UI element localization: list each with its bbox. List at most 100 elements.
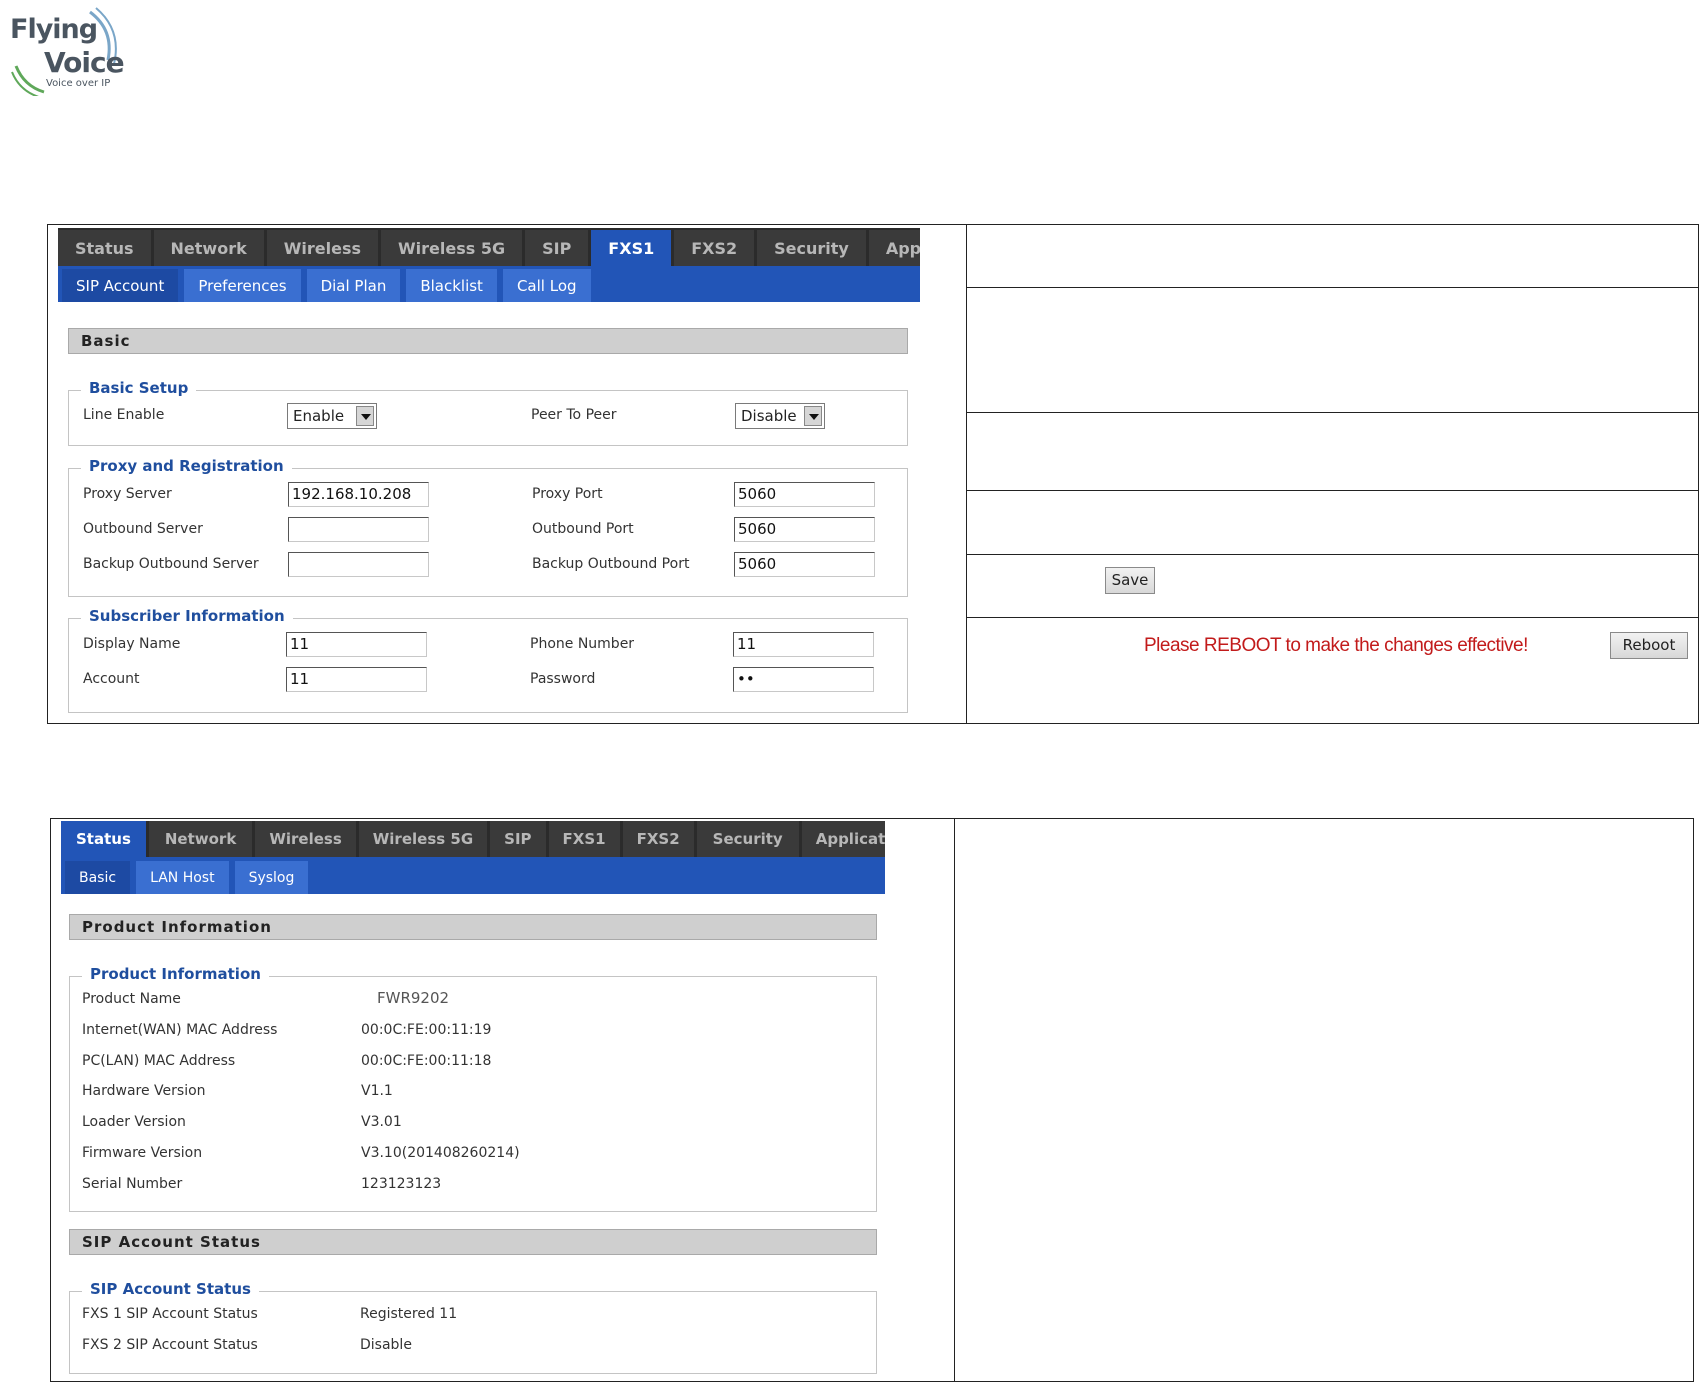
logo-text-voice: Voice bbox=[44, 46, 125, 79]
dropdown-arrow-icon bbox=[356, 406, 374, 426]
outbound-server-label: Outbound Server bbox=[83, 521, 203, 537]
proxy-port-label: Proxy Port bbox=[532, 486, 603, 502]
subtab-preferences[interactable]: Preferences bbox=[184, 269, 301, 302]
router-ui-sip-account: Status Network Wireless Wireless 5G SIP … bbox=[58, 228, 920, 718]
tab-network[interactable]: Network bbox=[148, 821, 253, 857]
tab-application[interactable]: Applicatio bbox=[868, 230, 920, 266]
tab-security[interactable]: Security bbox=[757, 230, 866, 266]
tab-sip[interactable]: SIP bbox=[525, 230, 589, 266]
subtab-syslog[interactable]: Syslog bbox=[234, 861, 309, 894]
account-label: Account bbox=[83, 671, 140, 687]
lan-mac-label: PC(LAN) MAC Address bbox=[82, 1053, 236, 1069]
tab-wireless-5g[interactable]: Wireless 5G bbox=[381, 230, 523, 266]
peer-to-peer-value: Disable bbox=[741, 407, 797, 425]
wan-mac-label: Internet(WAN) MAC Address bbox=[82, 1022, 278, 1038]
fieldset-basic-setup: Basic Setup Line Enable Enable Peer To P… bbox=[68, 379, 908, 446]
proxy-server-input[interactable]: 192.168.10.208 bbox=[288, 482, 429, 507]
flying-voice-logo: Flying Voice Voice over IP bbox=[10, 6, 125, 96]
backup-outbound-server-label: Backup Outbound Server bbox=[83, 556, 259, 572]
proxy-server-label: Proxy Server bbox=[83, 486, 172, 502]
fxs1-status-value: Registered 11 bbox=[360, 1306, 458, 1322]
product-name-label: Product Name bbox=[82, 991, 181, 1007]
subtab-call-log[interactable]: Call Log bbox=[502, 269, 591, 302]
tab-application[interactable]: Applicatio bbox=[801, 821, 885, 857]
line-enable-label: Line Enable bbox=[83, 407, 165, 423]
loader-version-value: V3.01 bbox=[361, 1114, 402, 1130]
display-name-input[interactable]: 11 bbox=[286, 632, 427, 657]
legend-sip-account-status: SIP Account Status bbox=[82, 1280, 259, 1298]
tab-wireless-5g[interactable]: Wireless 5G bbox=[358, 821, 488, 857]
tab-network[interactable]: Network bbox=[153, 230, 264, 266]
main-tab-bar: Status Network Wireless Wireless 5G SIP … bbox=[58, 228, 920, 266]
table-divider bbox=[954, 819, 955, 1381]
tab-status[interactable]: Status bbox=[61, 821, 146, 857]
reboot-notice: Please REBOOT to make the changes effect… bbox=[1144, 635, 1528, 656]
tab-fxs1[interactable]: FXS1 bbox=[591, 230, 672, 266]
fieldset-product-information: Product Information Product Name FWR9202… bbox=[69, 965, 877, 1212]
outbound-server-input[interactable] bbox=[288, 517, 429, 542]
line-enable-select[interactable]: Enable bbox=[287, 403, 377, 429]
table-divider bbox=[966, 225, 967, 723]
loader-version-label: Loader Version bbox=[82, 1114, 186, 1130]
account-input[interactable]: 11 bbox=[286, 667, 427, 692]
phone-number-label: Phone Number bbox=[530, 636, 635, 652]
tab-wireless[interactable]: Wireless bbox=[255, 821, 356, 857]
save-button[interactable]: Save bbox=[1105, 567, 1155, 594]
serial-number-value: 123123123 bbox=[361, 1176, 442, 1192]
reboot-button[interactable]: Reboot bbox=[1610, 632, 1688, 659]
hardware-version-value: V1.1 bbox=[361, 1083, 393, 1099]
wan-mac-value: 00:0C:FE:00:11:19 bbox=[361, 1022, 492, 1038]
main-tab-bar: Status Network Wireless Wireless 5G SIP … bbox=[61, 821, 885, 857]
legend-subscriber-information: Subscriber Information bbox=[81, 607, 293, 625]
password-input[interactable]: •• bbox=[733, 667, 874, 692]
dropdown-arrow-icon bbox=[804, 406, 822, 426]
backup-outbound-port-input[interactable]: 5060 bbox=[734, 552, 875, 577]
firmware-version-value: V3.10(201408260214) bbox=[361, 1145, 520, 1161]
line-enable-value: Enable bbox=[293, 407, 345, 425]
serial-number-label: Serial Number bbox=[82, 1176, 183, 1192]
tab-status[interactable]: Status bbox=[58, 230, 151, 266]
subtab-blacklist[interactable]: Blacklist bbox=[406, 269, 497, 302]
fxs2-status-value: Disable bbox=[360, 1337, 412, 1353]
subtab-lan-host[interactable]: LAN Host bbox=[136, 861, 229, 894]
password-label: Password bbox=[530, 671, 596, 687]
table-row-line bbox=[966, 490, 1698, 491]
firmware-version-label: Firmware Version bbox=[82, 1145, 203, 1161]
legend-proxy-registration: Proxy and Registration bbox=[81, 457, 292, 475]
logo-text-flying: Flying bbox=[10, 14, 98, 45]
section-title-basic: Basic bbox=[68, 328, 908, 354]
router-ui-status-basic: Status Network Wireless Wireless 5G SIP … bbox=[61, 821, 885, 1376]
sub-tab-bar: SIP Account Preferences Dial Plan Blackl… bbox=[58, 266, 920, 302]
tab-fxs2[interactable]: FXS2 bbox=[674, 230, 755, 266]
lan-mac-value: 00:0C:FE:00:11:18 bbox=[361, 1053, 492, 1069]
outbound-port-label: Outbound Port bbox=[532, 521, 634, 537]
table-row-line bbox=[966, 554, 1698, 555]
subtab-dial-plan[interactable]: Dial Plan bbox=[306, 269, 401, 302]
subtab-basic[interactable]: Basic bbox=[65, 861, 131, 894]
section-title-sip-account-status: SIP Account Status bbox=[69, 1229, 877, 1255]
legend-basic-setup: Basic Setup bbox=[81, 379, 197, 397]
backup-outbound-port-label: Backup Outbound Port bbox=[532, 556, 690, 572]
backup-outbound-server-input[interactable] bbox=[288, 552, 429, 577]
fieldset-sip-account-status: SIP Account Status FXS 1 SIP Account Sta… bbox=[69, 1280, 877, 1374]
legend-product-information: Product Information bbox=[82, 965, 269, 983]
display-name-label: Display Name bbox=[83, 636, 181, 652]
proxy-port-input[interactable]: 5060 bbox=[734, 482, 875, 507]
tab-fxs2[interactable]: FXS2 bbox=[622, 821, 694, 857]
peer-to-peer-select[interactable]: Disable bbox=[735, 403, 825, 429]
tab-wireless[interactable]: Wireless bbox=[266, 230, 378, 266]
tab-fxs1[interactable]: FXS1 bbox=[548, 821, 620, 857]
fxs1-status-label: FXS 1 SIP Account Status bbox=[82, 1306, 258, 1322]
phone-number-input[interactable]: 11 bbox=[733, 632, 874, 657]
peer-to-peer-label: Peer To Peer bbox=[531, 407, 617, 423]
subtab-sip-account[interactable]: SIP Account bbox=[62, 269, 179, 302]
outbound-port-input[interactable]: 5060 bbox=[734, 517, 875, 542]
logo-tagline: Voice over IP bbox=[46, 78, 111, 89]
sub-tab-bar: Basic LAN Host Syslog bbox=[61, 857, 885, 894]
table-row-line bbox=[966, 287, 1698, 288]
tab-sip[interactable]: SIP bbox=[490, 821, 546, 857]
hardware-version-label: Hardware Version bbox=[82, 1083, 206, 1099]
tab-security[interactable]: Security bbox=[696, 821, 799, 857]
table-row-line bbox=[966, 412, 1698, 413]
product-name-value: FWR9202 bbox=[377, 989, 450, 1007]
